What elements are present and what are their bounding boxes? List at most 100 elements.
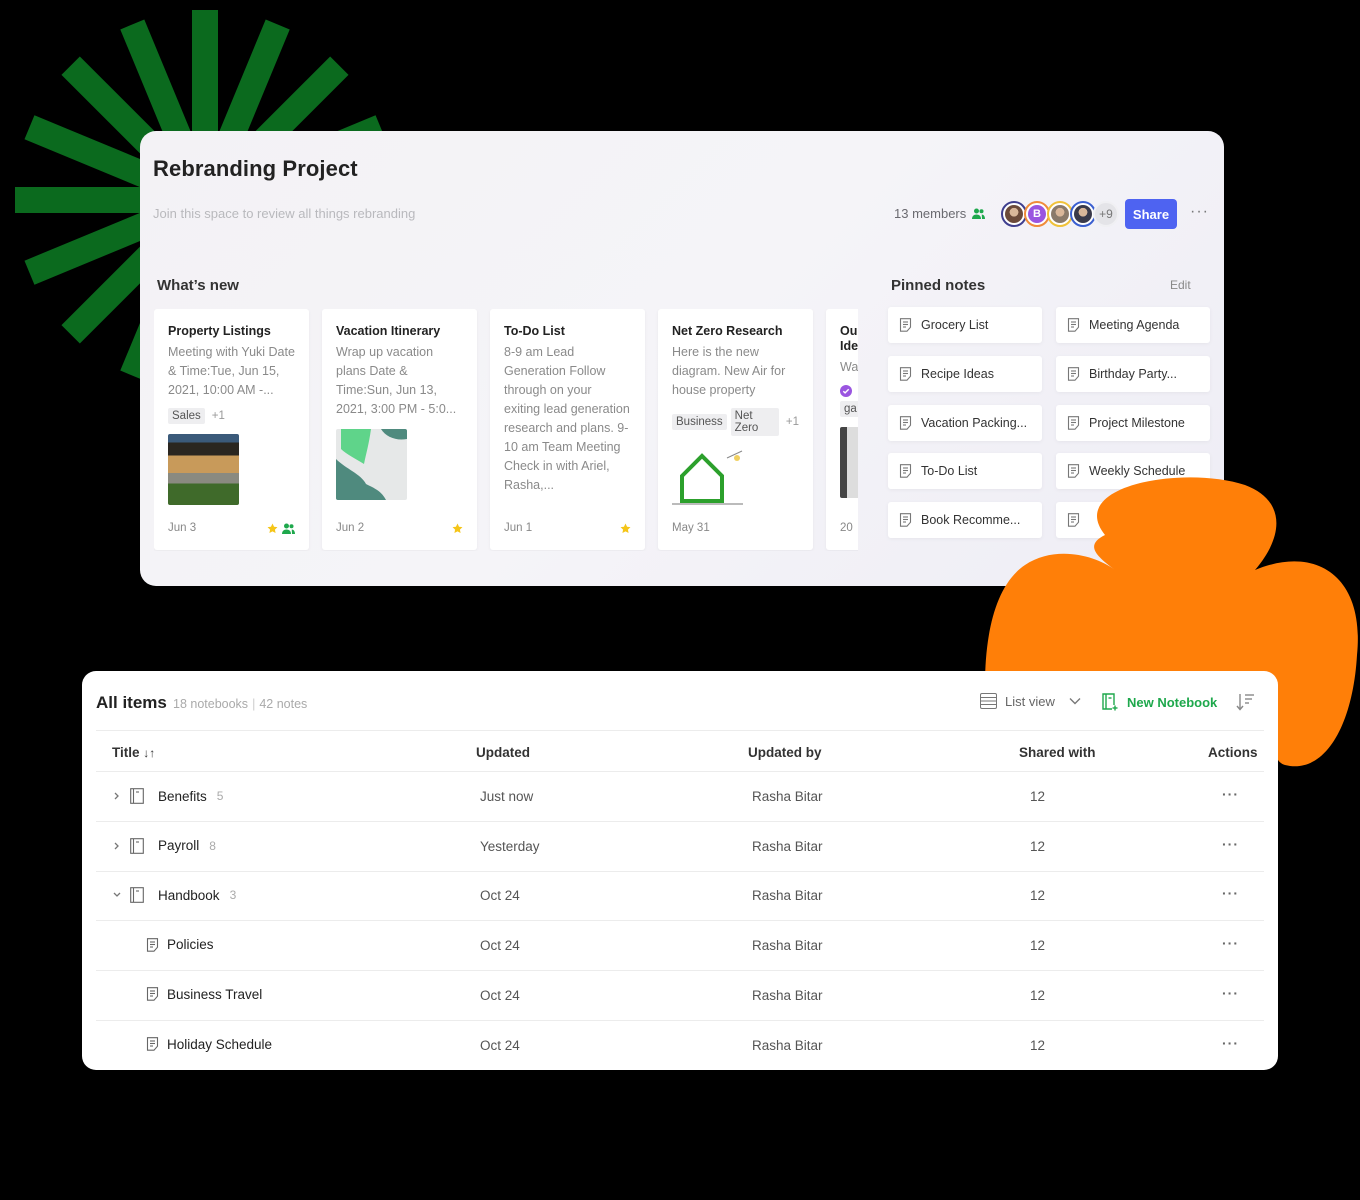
tag[interactable]: Net Zero (730, 408, 779, 436)
tags-more[interactable]: +1 (212, 410, 225, 422)
row-title: Benefits 5 (112, 788, 223, 804)
note-icon (899, 513, 912, 527)
star-icon (267, 523, 278, 534)
pinned-note[interactable]: Vacation Packing... (888, 404, 1042, 441)
interior-photo-thumbnail (840, 427, 858, 498)
pinned-note-label: Birthday Party... (1089, 366, 1177, 381)
table-row[interactable]: Business Travel Oct 24 Rasha Bitar 12 ··· (96, 971, 1264, 1021)
row-updated-by: Rasha Bitar (752, 987, 823, 1003)
whats-new-card[interactable]: Vacation Itinerary Wrap up vacation plans… (322, 309, 477, 550)
pinned-note[interactable]: Grocery List (888, 307, 1042, 343)
note-name[interactable]: Holiday Schedule (167, 1037, 272, 1052)
whats-new-card[interactable]: Ou Ide Wa ga 20 (826, 309, 858, 550)
card-body: Wrap up vacation plans Date & Time:Sun, … (336, 345, 457, 416)
tag[interactable]: ga (840, 401, 858, 417)
list-view-dropdown[interactable]: List view (980, 693, 1081, 709)
new-notebook-button[interactable]: New Notebook (1102, 693, 1217, 711)
all-items-title: All items (96, 693, 167, 712)
card-tags: Business Net Zero +1 (672, 408, 799, 436)
card-title: Property Listings (168, 324, 271, 338)
row-actions-button[interactable]: ··· (1222, 935, 1239, 951)
chevron-right-icon[interactable] (114, 792, 120, 800)
sort-icon (1236, 694, 1254, 711)
note-name[interactable]: Policies (167, 937, 214, 952)
header-divider (96, 730, 1264, 731)
notebook-note-count: 8 (209, 838, 216, 853)
row-shared-with: 12 (1030, 888, 1046, 904)
row-shared-with: 12 (1030, 938, 1046, 954)
edit-pinned-button[interactable]: Edit (1170, 278, 1191, 292)
burst-ray (15, 187, 145, 213)
whats-new-card[interactable]: To-Do List 8-9 am Lead Generation Follow … (490, 309, 645, 550)
pinned-note[interactable]: Meeting Agenda (1056, 307, 1210, 343)
card-date: Jun 2 (336, 522, 365, 534)
column-header-updated[interactable]: Updated (476, 745, 530, 760)
note-name[interactable]: Business Travel (167, 987, 262, 1002)
members-count[interactable]: 13 members (894, 206, 986, 221)
table-row[interactable]: Policies Oct 24 Rasha Bitar 12 ··· (96, 921, 1264, 971)
row-title: Policies (146, 937, 214, 952)
pinned-notes-heading: Pinned notes (891, 277, 986, 294)
list-view-icon (980, 693, 997, 709)
column-header-shared-with[interactable]: Shared with (1019, 745, 1096, 760)
pinned-note-label: Meeting Agenda (1089, 318, 1180, 332)
card-status-icons (620, 523, 631, 534)
member-avatars[interactable]: B +9 (1001, 201, 1119, 227)
row-updated: Oct 24 (480, 1037, 520, 1053)
more-members-badge[interactable]: +9 (1093, 201, 1119, 227)
notes-count: 42 notes (259, 697, 308, 711)
row-actions-button[interactable]: ··· (1222, 1035, 1239, 1051)
notebook-name[interactable]: Benefits (158, 789, 207, 804)
row-updated-by: Rasha Bitar (752, 789, 823, 804)
card-body: 8-9 am Lead Generation Follow through on… (504, 345, 630, 492)
table-row[interactable]: Benefits 5 Just now Rasha Bitar 12 ··· (96, 772, 1264, 822)
whats-new-card[interactable]: Property Listings Meeting with Yuki Date … (154, 309, 309, 550)
card-date: Jun 3 (168, 522, 197, 534)
row-actions-button[interactable]: ··· (1222, 786, 1239, 802)
avatar-photo (1051, 205, 1069, 223)
chevron-down-icon[interactable] (113, 892, 121, 898)
more-options-button[interactable]: ··· (1190, 203, 1209, 221)
pinned-note[interactable]: Birthday Party... (1056, 355, 1210, 392)
space-description: Join this space to review all things reb… (153, 206, 416, 221)
table-row[interactable]: Payroll 8 Yesterday Rasha Bitar 12 ··· (96, 822, 1264, 872)
row-shared-with: 12 (1030, 838, 1046, 854)
note-icon (899, 464, 912, 478)
card-title: To-Do List (504, 324, 565, 338)
members-icon (972, 208, 986, 219)
row-updated-by: Rasha Bitar (752, 888, 823, 904)
whats-new-cards: Property Listings Meeting with Yuki Date … (154, 309, 858, 551)
burst-ray (192, 10, 218, 140)
tag[interactable]: Sales (168, 408, 205, 424)
notebook-note-count: 3 (229, 888, 237, 903)
notebook-name[interactable]: Handbook (158, 888, 220, 903)
row-title: Handbook 3 (112, 887, 237, 904)
tags-more[interactable]: +1 (786, 416, 799, 428)
row-actions-button[interactable]: ··· (1222, 885, 1239, 901)
column-header-title[interactable]: Title ↓↑ (112, 745, 155, 760)
table-row[interactable]: Holiday Schedule Oct 24 Rasha Bitar 12 ··· (96, 1021, 1264, 1071)
card-title: Net Zero Research (672, 324, 783, 338)
column-title-label: Title (112, 745, 140, 760)
tag[interactable]: Business (672, 414, 727, 430)
avatar-photo (1074, 205, 1092, 223)
card-title: Vacation Itinerary (336, 324, 441, 338)
pinned-note[interactable]: Recipe Ideas (888, 355, 1042, 392)
share-button[interactable]: Share (1125, 199, 1177, 229)
row-actions-button[interactable]: ··· (1222, 836, 1239, 852)
note-icon (899, 366, 912, 381)
pinned-note[interactable]: Project Milestone (1056, 404, 1210, 441)
whats-new-card[interactable]: Net Zero Research Here is the new diagram… (658, 309, 813, 550)
table-row[interactable]: Handbook 3 Oct 24 Rasha Bitar 12 ··· (96, 871, 1264, 921)
notebook-name[interactable]: Payroll (158, 838, 199, 853)
row-updated-by: Rasha Bitar (752, 938, 823, 954)
sort-button[interactable] (1236, 693, 1256, 716)
sort-toggle-icon: ↓↑ (143, 746, 156, 760)
star-icon (452, 523, 463, 534)
column-header-updated-by[interactable]: Updated by (748, 745, 822, 760)
row-updated: Oct 24 (480, 987, 520, 1003)
shared-icon (282, 523, 295, 534)
new-notebook-label: New Notebook (1127, 694, 1218, 710)
chevron-right-icon[interactable] (114, 842, 120, 850)
row-actions-button[interactable]: ··· (1222, 985, 1239, 1001)
